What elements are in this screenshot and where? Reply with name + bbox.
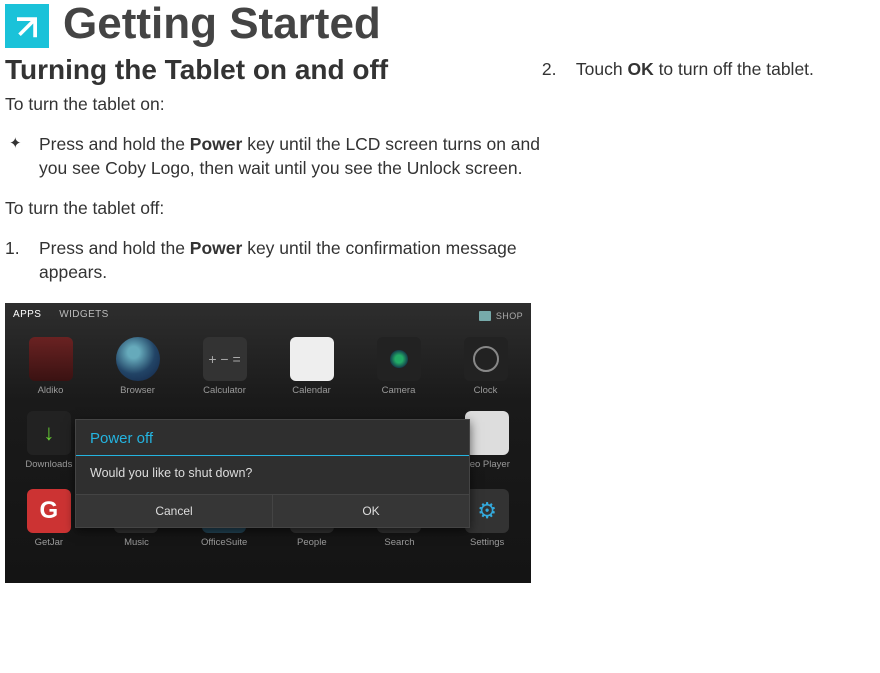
shop-icon bbox=[479, 311, 491, 321]
dialog-message: Would you like to shut down? bbox=[76, 456, 469, 494]
to-turn-on: To turn the tablet on: bbox=[5, 94, 542, 115]
app-label: Search bbox=[384, 537, 414, 548]
browser-icon bbox=[116, 337, 160, 381]
shop-label: SHOP bbox=[496, 311, 523, 321]
text: Touch bbox=[576, 59, 628, 79]
section-title: Turning the Tablet on and off bbox=[5, 54, 542, 86]
app-label: Aldiko bbox=[38, 385, 64, 396]
text: Press and hold the bbox=[39, 134, 190, 154]
app-label: Clock bbox=[474, 385, 498, 396]
app-label: Music bbox=[124, 537, 149, 548]
step-number: 1. bbox=[5, 237, 20, 261]
app-label: GetJar bbox=[35, 537, 64, 548]
app-calculator[interactable]: + − = Calculator bbox=[183, 337, 267, 396]
app-label: OfficeSuite bbox=[201, 537, 247, 548]
app-label: Settings bbox=[470, 537, 504, 548]
bullet-power-on: Press and hold the Power key until the L… bbox=[5, 133, 542, 180]
app-aldiko[interactable]: Aldiko bbox=[9, 337, 93, 396]
video-icon bbox=[465, 411, 509, 455]
app-browser[interactable]: Browser bbox=[96, 337, 180, 396]
calculator-icon: + − = bbox=[203, 337, 247, 381]
tab-widgets[interactable]: WIDGETS bbox=[59, 309, 108, 324]
step-2: 2. Touch OK to turn off the tablet. bbox=[542, 58, 870, 82]
calendar-icon bbox=[290, 337, 334, 381]
tablet-screenshot: APPS WIDGETS SHOP Aldiko Browser + − = Ca… bbox=[5, 303, 531, 583]
dialog-title: Power off bbox=[76, 420, 469, 455]
app-label: Browser bbox=[120, 385, 155, 396]
ok-button[interactable]: OK bbox=[272, 495, 469, 527]
to-turn-off: To turn the tablet off: bbox=[5, 198, 542, 219]
cancel-button[interactable]: Cancel bbox=[76, 495, 272, 527]
app-label: Calculator bbox=[203, 385, 246, 396]
page-title: Getting Started bbox=[63, 2, 381, 46]
clock-icon bbox=[464, 337, 508, 381]
app-label: deo Player bbox=[464, 459, 509, 470]
downloads-icon bbox=[27, 411, 71, 455]
app-label: People bbox=[297, 537, 327, 548]
aldiko-icon bbox=[29, 337, 73, 381]
text: to turn off the tablet. bbox=[654, 59, 814, 79]
ok-word: OK bbox=[627, 59, 653, 79]
power-word: Power bbox=[190, 238, 243, 258]
step-number: 2. bbox=[542, 58, 557, 82]
app-label: Camera bbox=[382, 385, 416, 396]
app-calendar[interactable]: Calendar bbox=[270, 337, 354, 396]
app-clock[interactable]: Clock bbox=[444, 337, 528, 396]
app-label: Downloads bbox=[25, 459, 72, 470]
tab-apps[interactable]: APPS bbox=[13, 309, 41, 324]
shop-link[interactable]: SHOP bbox=[479, 311, 523, 321]
text: Press and hold the bbox=[39, 238, 190, 258]
app-camera[interactable]: Camera bbox=[357, 337, 441, 396]
step-1: 1. Press and hold the Power key until th… bbox=[5, 237, 542, 284]
power-word: Power bbox=[190, 134, 243, 154]
getjar-icon: G bbox=[27, 489, 71, 533]
camera-icon bbox=[377, 337, 421, 381]
power-off-dialog: Power off Would you like to shut down? C… bbox=[75, 419, 470, 528]
header-arrow-icon bbox=[5, 4, 49, 48]
settings-icon: ⚙ bbox=[465, 489, 509, 533]
app-label: Calendar bbox=[292, 385, 331, 396]
